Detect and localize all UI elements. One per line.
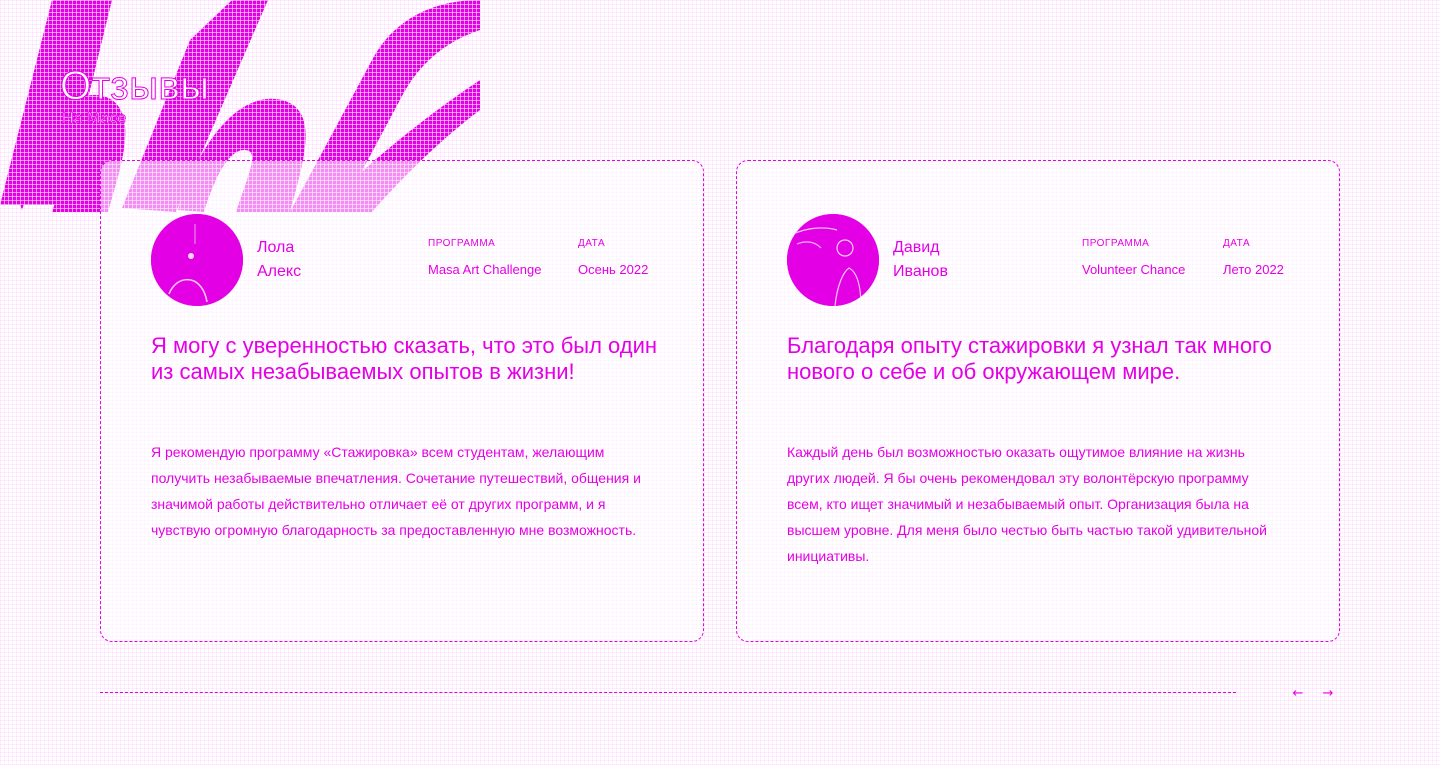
author-first-name: Давид	[893, 239, 940, 256]
testimonial-card: Лола Алекс ПРОГРАММА Masa Art Challenge …	[100, 160, 704, 642]
section-subtitle: На Масе	[62, 110, 127, 128]
author-last-name: Алекс	[257, 263, 302, 280]
date-label: ДАТА	[1223, 238, 1251, 249]
slider-prev-button[interactable]: ←	[1286, 682, 1310, 706]
arrow-left-icon: ←	[1292, 686, 1304, 701]
avatar-image	[787, 214, 879, 306]
slider-next-button[interactable]: →	[1316, 682, 1340, 706]
date-value: Лето 2022	[1223, 262, 1284, 277]
avatar	[787, 214, 879, 306]
arrow-right-icon: →	[1322, 686, 1334, 701]
program-label: ПРОГРАММА	[1082, 238, 1150, 249]
testimonials-list: Лола Алекс ПРОГРАММА Masa Art Challenge …	[100, 160, 1340, 642]
author-first-name: Лола	[257, 239, 295, 256]
testimonial-quote: Благодаря опыту стажировки я узнал так м…	[787, 333, 1272, 384]
avatar-image	[151, 214, 243, 306]
program-label: ПРОГРАММА	[428, 238, 496, 249]
testimonial-body: Я рекомендую программу «Стажировка» всем…	[151, 444, 641, 538]
avatar	[151, 214, 243, 306]
testimonial-quote: Я могу с уверенностью сказать, что это б…	[151, 333, 658, 384]
testimonial-card: Давид Иванов ПРОГРАММА Volunteer Chance …	[736, 160, 1340, 642]
section-title: Отзывы	[60, 64, 210, 108]
date-label: ДАТА	[578, 238, 606, 249]
program-value: Masa Art Challenge	[428, 262, 542, 277]
testimonial-body: Каждый день был возможностью оказать ощу…	[787, 444, 1268, 564]
slider-progress-track	[100, 692, 1236, 693]
author-last-name: Иванов	[893, 263, 948, 280]
date-value: Осень 2022	[578, 262, 649, 277]
program-value: Volunteer Chance	[1082, 262, 1186, 277]
author-name: Давид Иванов	[893, 236, 948, 284]
author-name: Лола Алекс	[257, 236, 301, 284]
